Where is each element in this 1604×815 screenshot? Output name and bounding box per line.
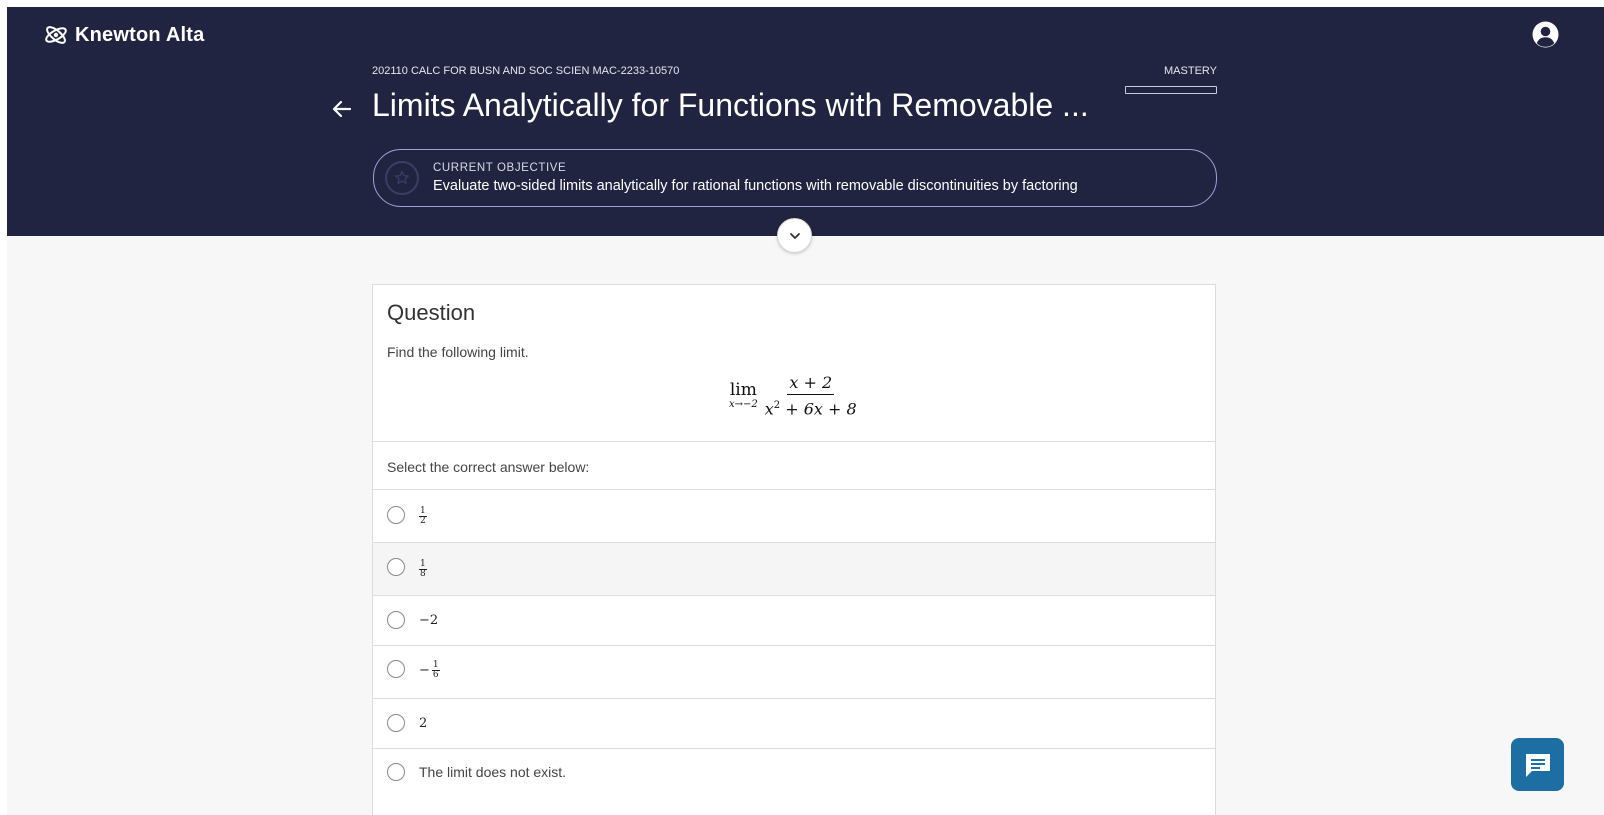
back-button[interactable] [329,96,355,122]
denominator-rest: + 6x + 8 [780,399,857,419]
answer-value: 18 [419,559,427,579]
divider [373,441,1215,442]
mastery-label: MASTERY [1164,65,1217,77]
answer-option[interactable]: 18 [373,543,1215,595]
question-prompt: Find the following limit. [387,344,529,360]
answer-radio[interactable] [387,506,405,524]
limit-fraction: x + 2 x2 + 6x + 8 [763,374,859,418]
answer-value: −2 [419,613,439,628]
objective-text: Evaluate two-sided limits analytically f… [433,178,1078,194]
answer-radio[interactable] [387,763,405,781]
knewton-atom-icon [45,26,67,44]
answer-option[interactable]: The limit does not exist. [373,749,1215,801]
question-heading: Question [387,300,476,325]
fraction-denominator: x2 + 6x + 8 [763,395,859,418]
answer-value: − 16 [419,660,440,680]
chat-bubble-icon [1526,754,1550,777]
header: Knewton Alta 202110 CALC FOR BUSN AND SO… [7,7,1604,236]
chevron-down-icon [790,233,800,239]
objective-badge [385,161,419,195]
answer-radio[interactable] [387,611,405,629]
answer-radio[interactable] [387,660,405,678]
select-answer-label: Select the correct answer below: [387,459,590,475]
course-name: 202110 CALC FOR BUSN AND SOC SCIEN MAC-2… [372,65,680,77]
denominator-base: x [764,399,774,419]
limit-word: lim [729,380,757,401]
app-logo[interactable]: Knewton Alta [43,21,204,49]
answer-option[interactable]: − 16 [373,646,1215,698]
answer-option[interactable]: 2 [373,699,1215,748]
user-circle-icon [1532,21,1559,48]
mastery-progress-bar [1125,86,1217,94]
answer-value: 12 [419,506,427,526]
current-objective-panel: CURRENT OBJECTIVE Evaluate two-sided lim… [373,149,1217,207]
fraction-numerator: x + 2 [787,374,835,395]
expand-objectives-button[interactable] [777,218,812,253]
answer-radio[interactable] [387,714,405,732]
user-menu-button[interactable] [1532,21,1559,48]
limit-formula: lim x→−2 x + 2 x2 + 6x + 8 [729,374,859,418]
answer-option[interactable]: 12 [373,490,1215,542]
arrow-left-icon [332,100,352,118]
answer-option[interactable]: −2 [373,596,1215,645]
limit-subscript: x→−2 [729,399,758,411]
chat-button[interactable] [1511,738,1564,791]
objective-label: CURRENT OBJECTIVE [433,162,567,174]
page-title: Limits Analytically for Functions with R… [372,87,1089,123]
answer-value: 2 [419,716,428,731]
question-card: Question Find the following limit. lim x… [372,284,1216,815]
star-icon [395,170,409,184]
limit-operator: lim x→−2 [729,381,758,411]
answer-value: The limit does not exist. [419,764,567,780]
answer-radio[interactable] [387,558,405,576]
app-frame: Knewton Alta 202110 CALC FOR BUSN AND SO… [7,7,1604,815]
app-name: Knewton Alta [75,23,205,46]
